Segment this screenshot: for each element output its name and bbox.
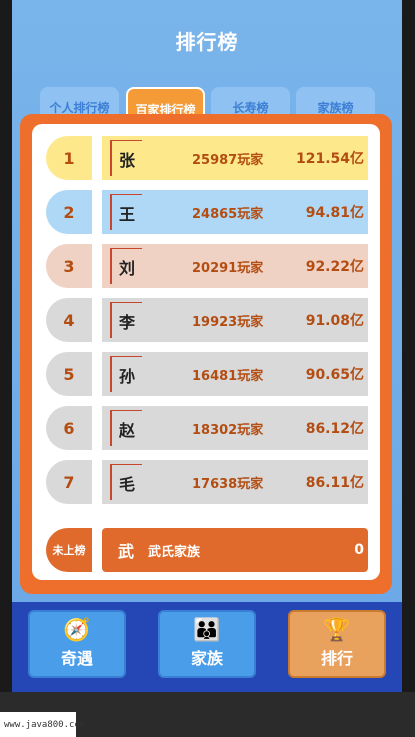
right-frame <box>402 0 415 692</box>
rank-number: 1 <box>46 136 92 180</box>
nav-family-label: 家族 <box>190 649 223 668</box>
nav-rank-button[interactable]: 🏆 排行 <box>288 610 386 678</box>
ranking-panel: 1 张 25987玩家 121.54亿 2 王 24865玩家 94.81亿 3 刘 20291玩家… <box>32 124 380 580</box>
rank-row[interactable]: 6 赵 18302玩家 86.12亿 <box>46 406 368 450</box>
surname: 张 <box>110 140 142 176</box>
rank-bar: 毛 17638玩家 86.11亿 <box>102 460 368 504</box>
rank-row[interactable]: 4 李 19923玩家 91.08亿 <box>46 298 368 342</box>
nav-adventure-label: 奇遇 <box>60 649 93 668</box>
rank-row[interactable]: 5 孙 16481玩家 90.65亿 <box>46 352 368 396</box>
rank-bar: 孙 16481玩家 90.65亿 <box>102 352 368 396</box>
player-count: 25987玩家 <box>192 152 264 168</box>
game-screen: 排行榜 个人排行榜 百家排行榜 长寿榜 家族榜 1 张 25987玩家 121.54亿… <box>12 0 402 692</box>
rank-number: 5 <box>46 352 92 396</box>
player-count: 17638玩家 <box>192 476 264 492</box>
total-value: 86.11亿 <box>305 475 364 491</box>
total-value: 94.81亿 <box>305 205 364 221</box>
my-value: 0 <box>354 542 364 558</box>
rank-row[interactable]: 7 毛 17638玩家 86.11亿 <box>46 460 368 504</box>
total-value: 92.22亿 <box>305 259 364 275</box>
compass-icon: 🧭 <box>63 618 91 643</box>
my-family-name: 武氏家族 <box>148 544 201 560</box>
total-value: 90.65亿 <box>305 367 364 383</box>
nav-adventure-button[interactable]: 🧭 奇遇 <box>28 610 126 678</box>
surname: 王 <box>110 194 142 230</box>
rank-bar: 王 24865玩家 94.81亿 <box>102 190 368 234</box>
my-rank-label: 未上榜 <box>46 528 92 572</box>
rank-number: 4 <box>46 298 92 342</box>
rank-number: 7 <box>46 460 92 504</box>
rank-number: 6 <box>46 406 92 450</box>
rank-number: 2 <box>46 190 92 234</box>
rank-bar: 赵 18302玩家 86.12亿 <box>102 406 368 450</box>
total-value: 121.54亿 <box>295 151 364 167</box>
surname: 李 <box>110 302 142 338</box>
my-surname: 武 <box>117 542 134 561</box>
player-count: 24865玩家 <box>192 206 264 222</box>
total-value: 91.08亿 <box>305 313 364 329</box>
page-title: 排行榜 <box>175 30 239 54</box>
rank-bar: 李 19923玩家 91.08亿 <box>102 298 368 342</box>
surname: 毛 <box>110 464 142 500</box>
bottom-nav: 🧭 奇遇 👪 家族 🏆 排行 <box>12 602 402 692</box>
player-count: 18302玩家 <box>192 422 264 438</box>
player-count: 20291玩家 <box>192 260 264 276</box>
player-count: 19923玩家 <box>192 314 264 330</box>
rank-number: 3 <box>46 244 92 288</box>
family-icon: 👪 <box>193 618 221 643</box>
rank-bar: 张 25987玩家 121.54亿 <box>102 136 368 180</box>
my-rank-bar: 武 武氏家族 0 <box>102 528 368 572</box>
player-count: 16481玩家 <box>192 368 264 384</box>
nav-rank-label: 排行 <box>320 649 353 668</box>
watermark: www.java800.com <box>0 712 85 737</box>
surname: 刘 <box>110 248 142 284</box>
surname: 孙 <box>110 356 142 392</box>
left-frame <box>0 0 12 692</box>
rank-bar: 刘 20291玩家 92.22亿 <box>102 244 368 288</box>
rank-row[interactable]: 2 王 24865玩家 94.81亿 <box>46 190 368 234</box>
total-value: 86.12亿 <box>305 421 364 437</box>
trophy-icon: 🏆 <box>323 618 351 643</box>
nav-family-button[interactable]: 👪 家族 <box>158 610 256 678</box>
my-rank-row[interactable]: 未上榜 武 武氏家族 0 <box>46 528 368 572</box>
rank-row[interactable]: 3 刘 20291玩家 92.22亿 <box>46 244 368 288</box>
rank-row[interactable]: 1 张 25987玩家 121.54亿 <box>46 136 368 180</box>
surname: 赵 <box>110 410 142 446</box>
